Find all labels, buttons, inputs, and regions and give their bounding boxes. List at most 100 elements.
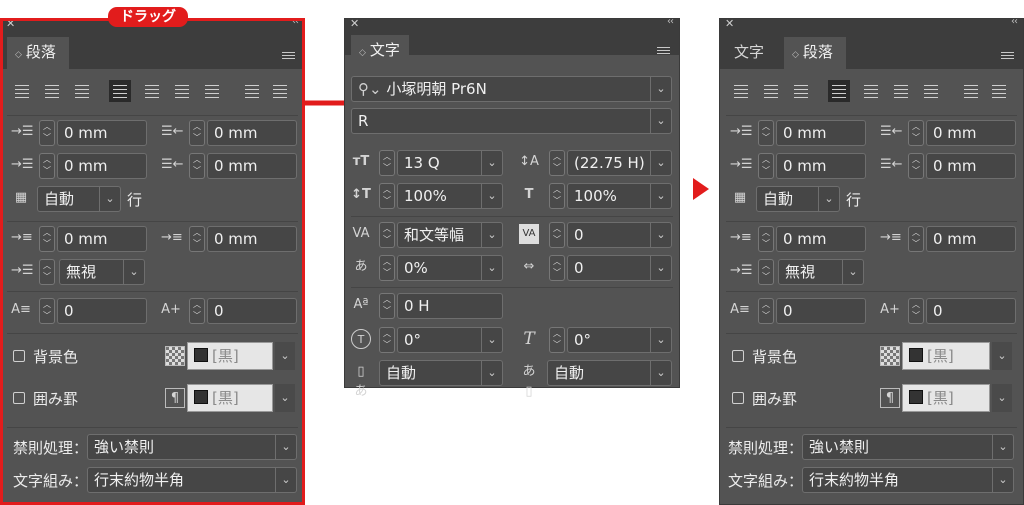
drop-cap-lines-stepper[interactable]: ︿ ﹀ bbox=[758, 298, 774, 324]
pilcrow-icon[interactable]: ¶ bbox=[880, 388, 900, 408]
drag-badge: ドラッグ bbox=[108, 7, 188, 27]
chevron-down-icon: ⌄ bbox=[650, 77, 671, 101]
left-indent-input[interactable]: 0 mm bbox=[776, 120, 866, 146]
panel-titlebar[interactable]: ✕ ‹‹ bbox=[345, 16, 679, 31]
align-right-icon[interactable] bbox=[790, 80, 812, 102]
panel-menu-icon[interactable] bbox=[657, 47, 670, 56]
shading-checkbox[interactable] bbox=[732, 350, 744, 362]
grid-align-icon: →☰ bbox=[730, 263, 753, 278]
leading-stepper[interactable]: ︿ ﹀ bbox=[549, 150, 565, 176]
right-indent-input[interactable]: 0 mm bbox=[926, 120, 1016, 146]
justify-left-icon[interactable] bbox=[828, 80, 850, 102]
mojikumi-dropdown[interactable]: 行末約物半角 ⌄ bbox=[802, 467, 1014, 493]
swatch-icon[interactable] bbox=[880, 346, 900, 366]
drop-cap-lines-icon: A≡ bbox=[730, 302, 750, 317]
grid-align-dropdown[interactable]: 無視 ⌄ bbox=[778, 259, 864, 285]
grid-unit-label: 行 bbox=[846, 191, 862, 209]
align-center-icon[interactable] bbox=[760, 80, 782, 102]
aki-before-dropdown[interactable]: 自動 ⌄ bbox=[379, 360, 503, 386]
divider bbox=[726, 427, 1017, 428]
kinsoku-dropdown[interactable]: 強い禁則 ⌄ bbox=[802, 434, 1014, 460]
close-icon[interactable]: ✕ bbox=[725, 17, 734, 30]
right-indent-stepper[interactable]: ︿ ﹀ bbox=[908, 120, 924, 146]
drag-highlight bbox=[0, 18, 305, 505]
tsume-stepper[interactable]: ︿ ﹀ bbox=[379, 255, 395, 281]
align-away-spine-icon[interactable] bbox=[988, 80, 1010, 102]
skew-dropdown[interactable]: 0° ⌄ bbox=[567, 327, 672, 353]
border-color-swatch[interactable]: [黒] bbox=[902, 384, 990, 412]
last-line-indent-input[interactable]: 0 mm bbox=[926, 153, 1016, 179]
first-line-indent-stepper[interactable]: ︿ ﹀ bbox=[758, 153, 774, 179]
space-before-input[interactable]: 0 mm bbox=[776, 226, 866, 252]
align-spine-icon[interactable] bbox=[960, 80, 982, 102]
grid-align-stepper[interactable]: ︿ ﹀ bbox=[758, 259, 774, 285]
border-checkbox[interactable] bbox=[732, 392, 744, 404]
chevron-down-icon: ⌄ bbox=[992, 468, 1013, 492]
rotate-dropdown[interactable]: 0° ⌄ bbox=[397, 327, 503, 353]
space-before-stepper[interactable]: ︿ ﹀ bbox=[758, 226, 774, 252]
chevron-down-icon: ⌄ bbox=[842, 260, 863, 284]
rotate-stepper[interactable]: ︿ ﹀ bbox=[379, 327, 395, 353]
panel-titlebar[interactable]: ✕ ‹‹ bbox=[720, 16, 1023, 31]
collapse-icon[interactable]: ‹‹ bbox=[667, 16, 674, 27]
font-size-dropdown[interactable]: 13 Q ⌄ bbox=[397, 150, 503, 176]
first-line-indent-input[interactable]: 0 mm bbox=[776, 153, 866, 179]
chevron-down-icon[interactable]: ⌄ bbox=[992, 342, 1012, 370]
aki-after-dropdown[interactable]: 自動 ⌄ bbox=[547, 360, 672, 386]
tracking-stepper[interactable]: ︿ ﹀ bbox=[549, 222, 565, 248]
leading-dropdown[interactable]: (22.75 H) ⌄ bbox=[567, 150, 672, 176]
vertical-scale-stepper[interactable]: ︿ ﹀ bbox=[379, 183, 395, 209]
justify-center-icon[interactable] bbox=[860, 80, 882, 102]
tab-toggle-icon: ◇ bbox=[792, 50, 799, 60]
first-line-indent-icon: →☰ bbox=[730, 157, 753, 172]
skew-stepper[interactable]: ︿ ﹀ bbox=[549, 327, 565, 353]
vertical-scale-dropdown[interactable]: 100% ⌄ bbox=[397, 183, 503, 209]
space-after-stepper[interactable]: ︿ ﹀ bbox=[908, 226, 924, 252]
space-after-input[interactable]: 0 mm bbox=[926, 226, 1016, 252]
left-indent-stepper[interactable]: ︿ ﹀ bbox=[758, 120, 774, 146]
tab-paragraph[interactable]: ◇ 段落 bbox=[784, 37, 846, 69]
horizontal-scale-stepper[interactable]: ︿ ﹀ bbox=[549, 183, 565, 209]
justify-all-icon[interactable] bbox=[920, 80, 942, 102]
justify-right-icon[interactable] bbox=[890, 80, 912, 102]
font-family-dropdown[interactable]: ⚲⌄ 小塚明朝 Pr6N ⌄ bbox=[351, 76, 672, 102]
kerning-stepper[interactable]: ︿ ﹀ bbox=[379, 222, 395, 248]
kerning-icon: VA bbox=[352, 226, 370, 241]
divider bbox=[351, 287, 673, 288]
tracking-icon: VA bbox=[519, 224, 539, 244]
align-left-icon[interactable] bbox=[730, 80, 752, 102]
tab-character[interactable]: ◇ 文字 bbox=[351, 35, 409, 67]
panel-menu-icon[interactable] bbox=[1001, 52, 1014, 61]
font-size-stepper[interactable]: ︿ ﹀ bbox=[379, 150, 395, 176]
chevron-down-icon: ⌄ bbox=[481, 184, 502, 208]
tab-character[interactable]: 文字 bbox=[726, 37, 782, 69]
aki-after-value: 自動 bbox=[554, 364, 585, 382]
shading-color-swatch[interactable]: [黒] bbox=[902, 342, 990, 370]
baseline-shift-input[interactable]: 0 H bbox=[397, 293, 503, 319]
shading-label: 背景色 bbox=[752, 348, 798, 366]
drop-cap-chars-stepper[interactable]: ︿ ﹀ bbox=[908, 298, 924, 324]
chevron-down-icon[interactable]: ⌄ bbox=[992, 384, 1012, 412]
chevron-down-icon: ⌄ bbox=[650, 256, 671, 280]
last-line-indent-stepper[interactable]: ︿ ﹀ bbox=[908, 153, 924, 179]
kerning-dropdown[interactable]: 和文等幅 ⌄ bbox=[397, 222, 503, 248]
drop-cap-lines-input[interactable]: 0 bbox=[776, 298, 866, 324]
aki-dropdown[interactable]: 0 ⌄ bbox=[567, 255, 672, 281]
baseline-shift-icon: Aª bbox=[353, 297, 369, 312]
font-style-dropdown[interactable]: R ⌄ bbox=[351, 108, 672, 134]
chevron-down-icon: ⌄ bbox=[481, 223, 502, 247]
close-icon[interactable]: ✕ bbox=[350, 17, 359, 30]
tsume-dropdown[interactable]: 0% ⌄ bbox=[397, 255, 503, 281]
baseline-shift-stepper[interactable]: ︿ ﹀ bbox=[379, 293, 395, 319]
tracking-dropdown[interactable]: 0 ⌄ bbox=[567, 222, 672, 248]
aki-icon: ⇔ bbox=[523, 259, 535, 274]
font-family-value: 小塚明朝 Pr6N bbox=[386, 80, 487, 98]
grid-count-dropdown[interactable]: 自動 ⌄ bbox=[756, 186, 840, 212]
collapse-icon[interactable]: ‹‹ bbox=[1011, 16, 1018, 27]
skew-icon: T bbox=[523, 329, 535, 349]
drop-cap-chars-input[interactable]: 0 bbox=[926, 298, 1016, 324]
aki-stepper[interactable]: ︿ ﹀ bbox=[549, 255, 565, 281]
mojikumi-label: 文字組み： bbox=[728, 472, 804, 490]
horizontal-scale-dropdown[interactable]: 100% ⌄ bbox=[567, 183, 672, 209]
search-icon: ⚲⌄ bbox=[358, 80, 387, 98]
